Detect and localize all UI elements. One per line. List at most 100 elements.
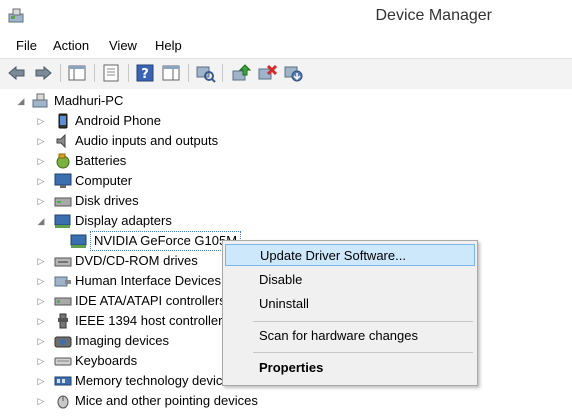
scan-hardware-icon[interactable]	[194, 63, 216, 83]
menu-bar: File Action View Help	[0, 34, 572, 56]
tree-item-label: Computer	[75, 173, 133, 188]
menu-item-label: Scan for hardware changes	[259, 328, 418, 343]
hid-icon	[54, 276, 71, 287]
tree-item-label: Memory technology devices	[75, 373, 222, 388]
menu-item-label: Properties	[259, 360, 324, 375]
tree-item-label: NVIDIA GeForce G105M	[90, 231, 242, 251]
tree-item-label: Android Phone	[75, 113, 162, 128]
tree-item-hid[interactable]: ▷ Human Interface Devices	[36, 271, 222, 291]
phone-icon	[58, 113, 68, 129]
menu-separator	[253, 321, 473, 322]
menu-view[interactable]: View	[109, 38, 137, 53]
keyboard-icon	[54, 357, 72, 366]
expand-arrow-icon[interactable]: ▷	[36, 391, 46, 411]
expand-arrow-icon[interactable]: ▷	[36, 351, 46, 371]
tree-item-audio[interactable]: ▷ Audio inputs and outputs	[36, 131, 296, 151]
tree-item-label: Disk drives	[75, 193, 139, 208]
menu-action[interactable]: Action	[53, 38, 89, 53]
expand-arrow-icon[interactable]: ▷	[36, 131, 46, 151]
tree-item-label: Keyboards	[75, 353, 138, 368]
expand-arrow-icon[interactable]: ▷	[36, 311, 46, 331]
tree-item-label: Batteries	[75, 153, 127, 168]
expand-arrow-icon[interactable]: ▷	[36, 151, 46, 171]
tree-item-dvd-drives[interactable]: ▷ DVD/CD-ROM drives	[36, 251, 226, 271]
menu-file[interactable]: File	[16, 38, 37, 53]
toolbar-separator	[188, 64, 189, 82]
tree-item-label: IEEE 1394 host controllers	[75, 313, 222, 328]
tree-item-imaging[interactable]: ▷ Imaging devices	[36, 331, 222, 351]
tree-item-label: Mice and other pointing devices	[75, 393, 258, 408]
collapse-arrow-icon[interactable]: ◢	[36, 211, 46, 231]
disk-drive-icon	[54, 197, 72, 207]
menu-properties[interactable]: Properties	[225, 357, 475, 379]
speaker-icon	[56, 133, 66, 149]
context-menu: Update Driver Software... Disable Uninst…	[222, 240, 478, 386]
tree-item-display-adapters[interactable]: ◢ Display adapters	[36, 211, 296, 231]
menu-disable[interactable]: Disable	[225, 269, 475, 291]
controller-icon	[54, 297, 72, 306]
mouse-icon	[57, 395, 69, 409]
battery-icon	[56, 153, 70, 169]
back-arrow-icon[interactable]	[6, 63, 28, 83]
firewire-icon	[58, 313, 68, 329]
monitor-icon	[54, 173, 72, 188]
help-icon[interactable]: ?	[134, 63, 156, 83]
svg-text:?: ?	[141, 67, 149, 82]
tree-item-label: DVD/CD-ROM drives	[75, 253, 198, 268]
tree-item-batteries[interactable]: ▷ Batteries	[36, 151, 296, 171]
console-tree-icon[interactable]	[66, 63, 88, 83]
toolbar-separator	[128, 64, 129, 82]
menu-item-label: Update Driver Software...	[260, 248, 406, 263]
disable-device-icon[interactable]	[282, 63, 304, 83]
menu-scan-hardware[interactable]: Scan for hardware changes	[225, 325, 475, 347]
menu-help[interactable]: Help	[155, 38, 182, 53]
menu-separator	[253, 352, 473, 353]
tree-item-label: IDE ATA/ATAPI controllers	[75, 293, 222, 308]
display-adapter-icon	[54, 214, 71, 228]
tree-item-android-phone[interactable]: ▷ Android Phone	[36, 111, 296, 131]
tree-item-label: Audio inputs and outputs	[75, 133, 219, 148]
tree-item-computer[interactable]: ▷ Computer	[36, 171, 296, 191]
toolbar-separator	[94, 64, 95, 82]
collapse-arrow-icon[interactable]: ◢	[16, 91, 26, 111]
expand-arrow-icon[interactable]: ▷	[36, 291, 46, 311]
toolbar-separator	[222, 64, 223, 82]
title-bar: Device Manager	[0, 0, 572, 34]
uninstall-device-icon[interactable]	[256, 63, 278, 83]
expand-arrow-icon[interactable]: ▷	[36, 191, 46, 211]
forward-arrow-icon[interactable]	[32, 63, 54, 83]
tree-item-ieee-1394[interactable]: ▷ IEEE 1394 host controllers	[36, 311, 222, 331]
tree-item-label: Human Interface Devices	[75, 273, 221, 288]
tree-item-label: Imaging devices	[75, 333, 169, 348]
tree-item-mice[interactable]: ▷ Mice and other pointing devices	[36, 391, 336, 411]
properties-icon[interactable]	[100, 63, 122, 83]
expand-arrow-icon[interactable]: ▷	[36, 331, 46, 351]
optical-drive-icon	[54, 257, 72, 267]
update-driver-icon[interactable]	[230, 63, 252, 83]
camera-icon	[54, 336, 72, 348]
expand-arrow-icon[interactable]: ▷	[36, 111, 46, 131]
expand-arrow-icon[interactable]: ▷	[36, 171, 46, 191]
menu-uninstall[interactable]: Uninstall	[225, 293, 475, 315]
tree-item-ide-ata[interactable]: ▷ IDE ATA/ATAPI controllers	[36, 291, 222, 311]
menu-item-label: Disable	[259, 272, 303, 287]
display-adapter-icon	[70, 234, 87, 248]
tree-item-memory-tech[interactable]: ▷ Memory technology devices	[36, 371, 222, 391]
action-pane-icon[interactable]	[160, 63, 182, 83]
tree-item-label: Display adapters	[75, 213, 172, 228]
menu-item-label: Uninstall	[259, 296, 309, 311]
tree-item-nvidia-geforce[interactable]: NVIDIA GeForce G105M	[70, 231, 242, 251]
computer-icon	[32, 93, 48, 108]
tree-item-keyboards[interactable]: ▷ Keyboards	[36, 351, 222, 371]
toolbar: ?	[0, 58, 572, 90]
expand-arrow-icon[interactable]: ▷	[36, 371, 46, 391]
expand-arrow-icon[interactable]: ▷	[36, 251, 46, 271]
menu-update-driver[interactable]: Update Driver Software...	[225, 244, 475, 266]
window-title: Device Manager	[375, 7, 493, 24]
toolbar-separator	[60, 64, 61, 82]
memory-icon	[54, 376, 72, 386]
expand-arrow-icon[interactable]: ▷	[36, 271, 46, 291]
tree-item-disk-drives[interactable]: ▷ Disk drives	[36, 191, 296, 211]
tree-root[interactable]: ◢ Madhuri-PC	[16, 91, 216, 111]
tree-root-label: Madhuri-PC	[54, 93, 124, 108]
